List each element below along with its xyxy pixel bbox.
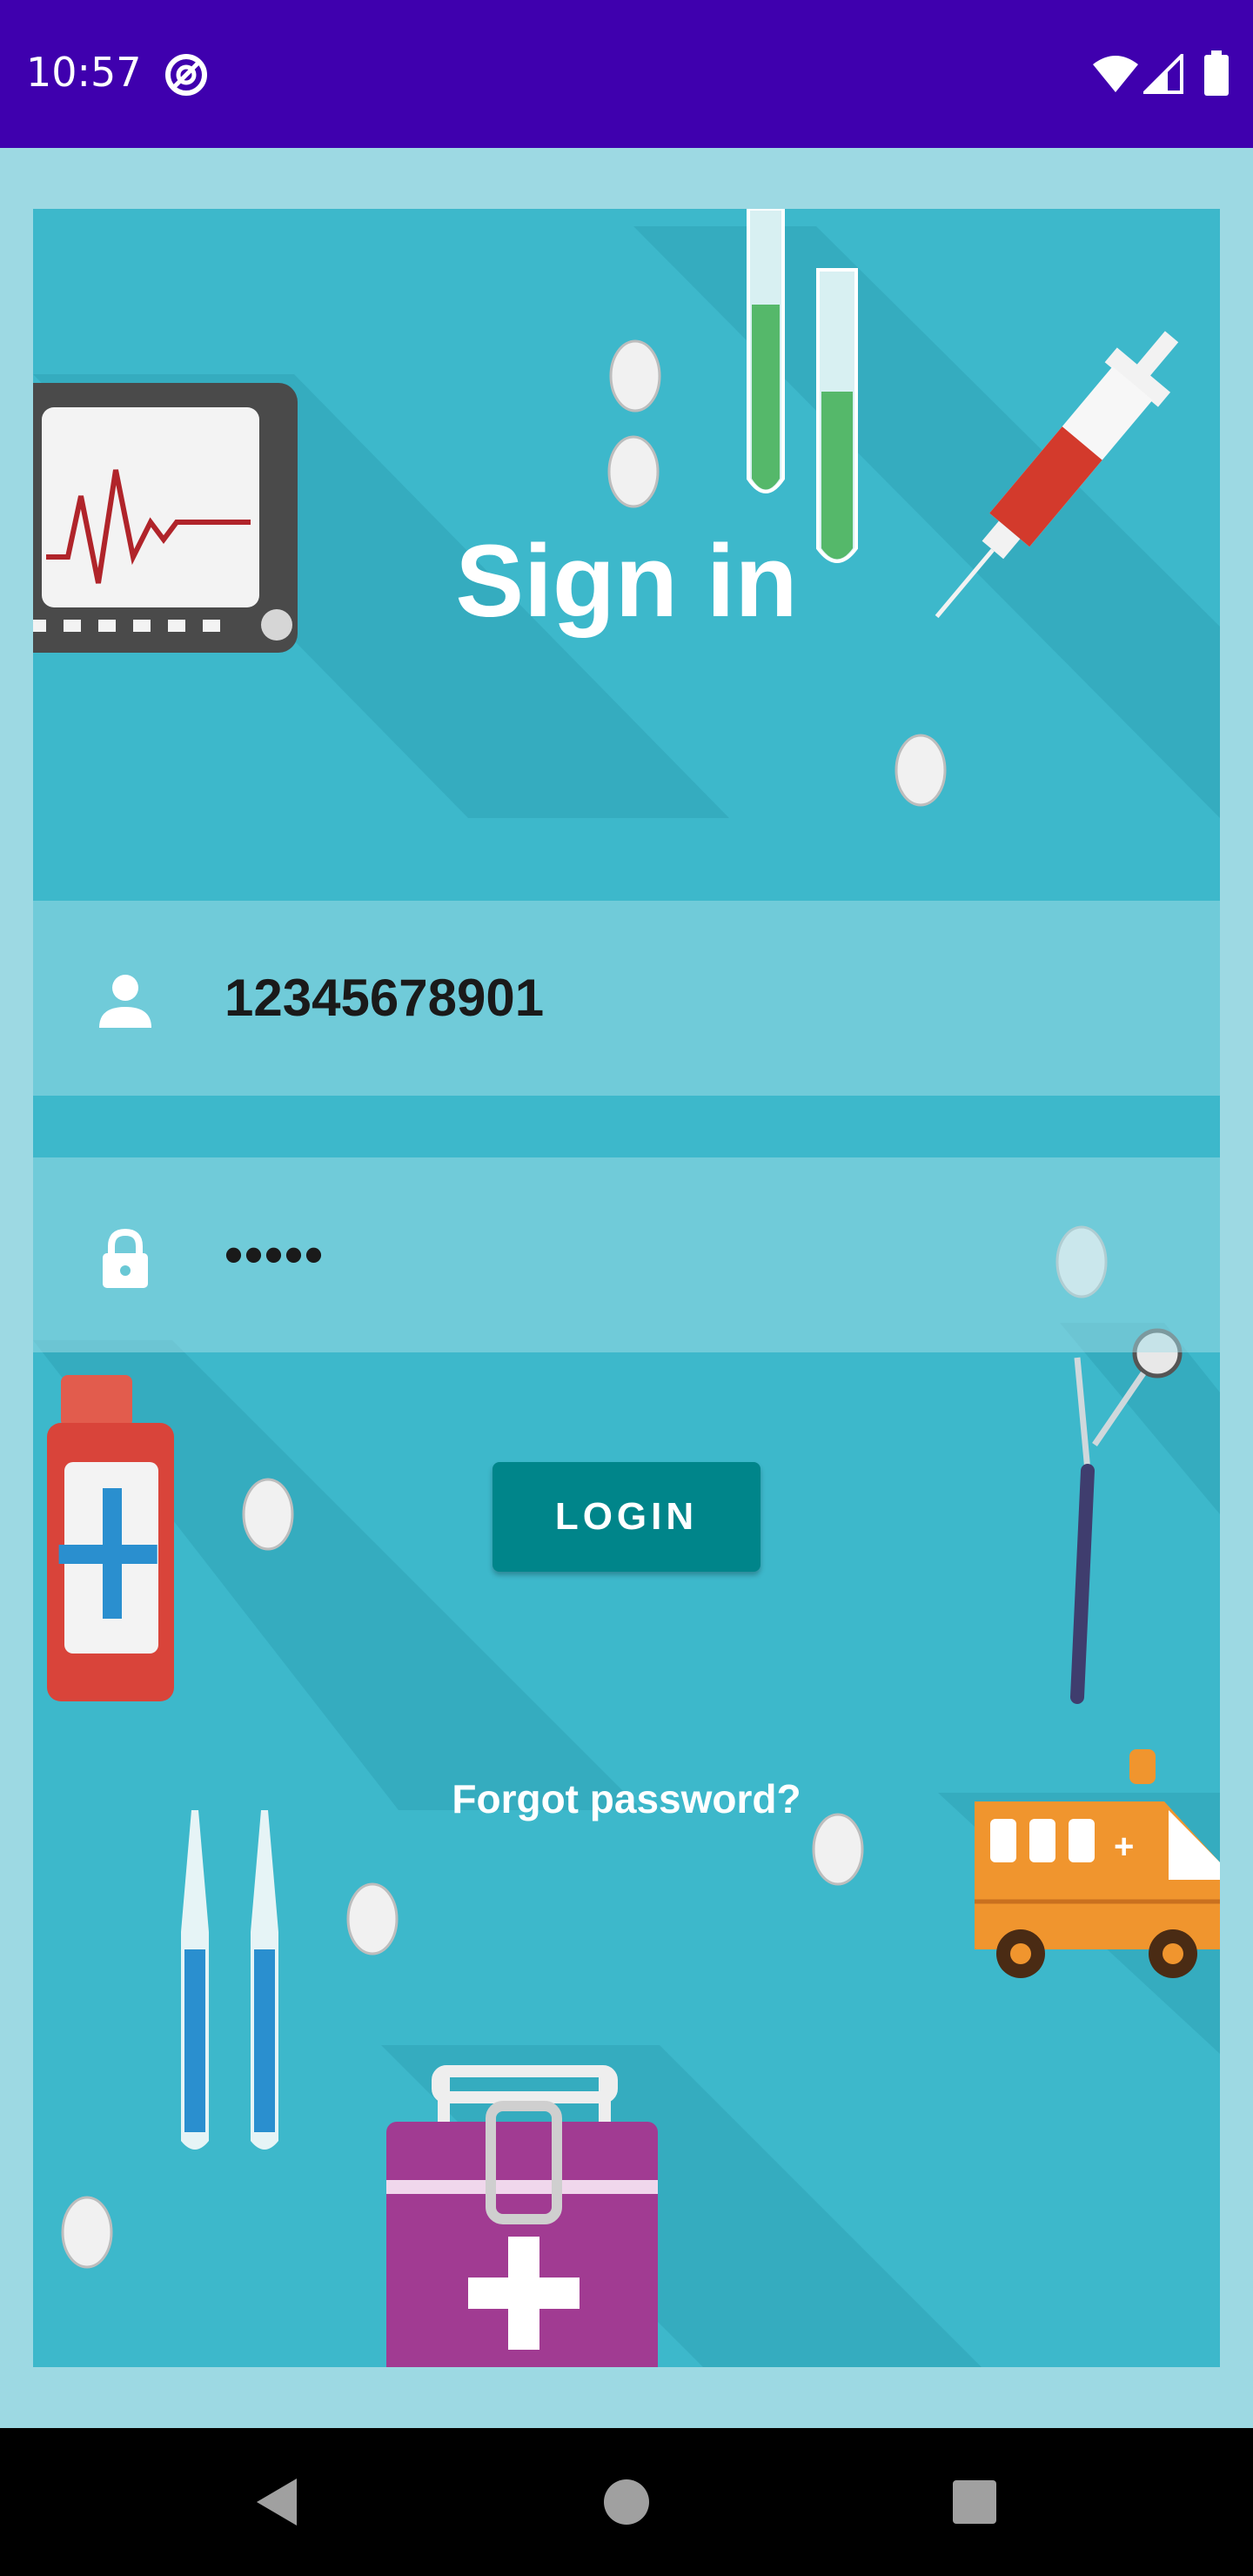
navigation-bar xyxy=(0,2428,1253,2576)
username-input[interactable]: 12345678901 xyxy=(224,901,544,1096)
battery-icon xyxy=(1204,50,1229,96)
username-field[interactable]: 12345678901 xyxy=(33,901,1220,1096)
wifi-icon xyxy=(1093,56,1138,92)
login-button[interactable]: LOGIN xyxy=(492,1462,761,1572)
login-panel: + Sign in 12345678901 ••••• LOGIN Forgot… xyxy=(33,209,1220,2367)
recents-icon[interactable] xyxy=(944,2472,1005,2532)
forgot-password-link[interactable]: Forgot password? xyxy=(33,1775,1220,1822)
lock-icon xyxy=(103,1228,148,1288)
medicine-bottle-icon xyxy=(47,1375,174,1701)
status-bar: 10:57 xyxy=(0,0,1253,148)
ampoules-icon xyxy=(181,1810,278,2150)
page-title: Sign in xyxy=(455,524,798,639)
status-time: 10:57 xyxy=(26,49,142,96)
back-icon[interactable] xyxy=(248,2472,309,2532)
dnd-icon xyxy=(165,54,207,96)
person-icon xyxy=(99,975,151,1028)
svg-text:+: + xyxy=(1114,1828,1134,1866)
sign-in-screen: + Sign in 12345678901 ••••• LOGIN Forgot… xyxy=(0,148,1253,2428)
cell-signal-icon xyxy=(1143,54,1183,94)
home-icon[interactable] xyxy=(596,2472,657,2532)
password-input[interactable]: ••••• xyxy=(224,1157,325,1352)
password-field[interactable]: ••••• xyxy=(33,1157,1220,1352)
